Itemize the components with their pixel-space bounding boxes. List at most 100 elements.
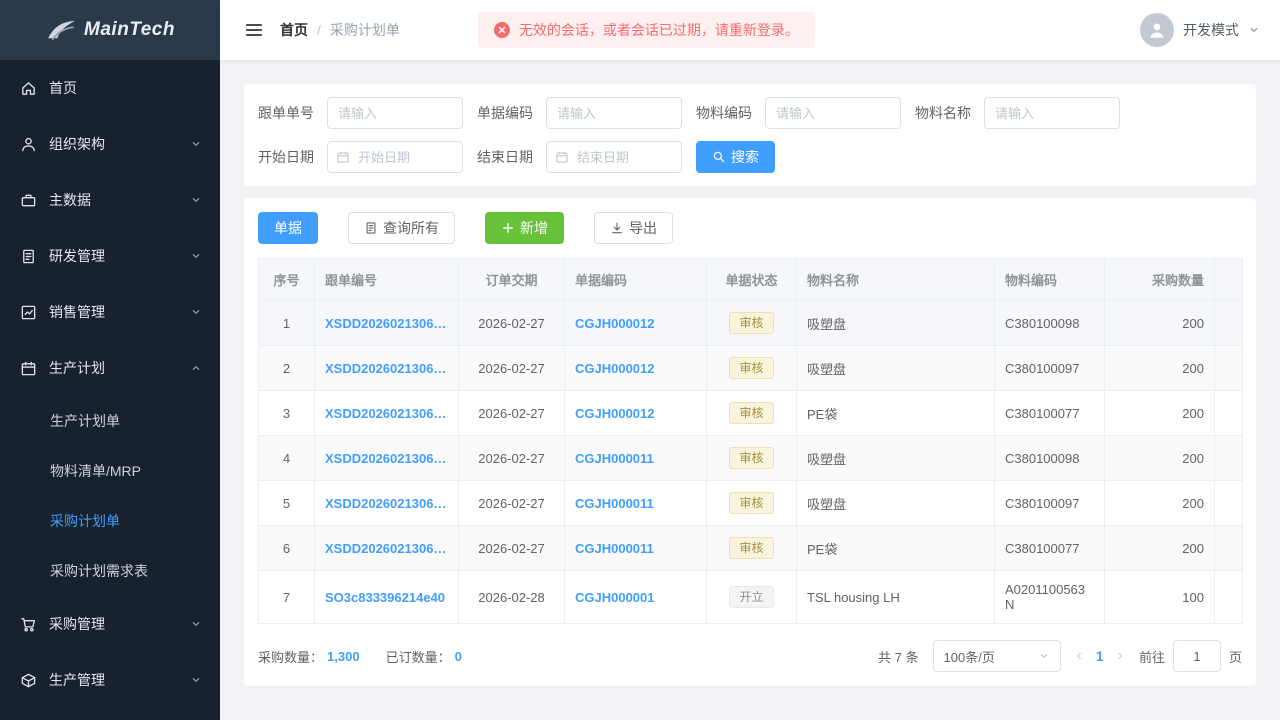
cell-extra: [1214, 345, 1243, 391]
cell-qty: 200: [1104, 390, 1215, 436]
order-no-input[interactable]: [327, 97, 463, 129]
sidebar-subitem-label: 采购计划需求表: [50, 563, 148, 579]
material-name-input[interactable]: [984, 97, 1120, 129]
cell-qty: 100: [1104, 570, 1215, 624]
goto-page-input[interactable]: [1172, 640, 1221, 672]
table-row[interactable]: 5 XSDD2026021306… 2026-02-27 CGJH000011 审核 吸塑…: [258, 480, 1243, 526]
table-row[interactable]: 1 XSDD2026021306… 2026-02-27 CGJH000012 审核 吸塑…: [258, 300, 1243, 346]
table-row[interactable]: 2 XSDD2026021306… 2026-02-27 CGJH000012 审核 吸塑…: [258, 345, 1243, 391]
export-button[interactable]: 导出: [594, 212, 673, 244]
sidebar-subitem-purchase-plan[interactable]: 采购计划单: [0, 496, 220, 546]
order-no-link[interactable]: XSDD2026021306…: [325, 451, 446, 466]
app-root: MainTech 首页 组织架构 主数据 研发管理 销售管理 生产计划 生产计划…: [0, 0, 1280, 720]
end-date-input[interactable]: [546, 141, 682, 173]
sidebar-item-organization[interactable]: 组织架构: [0, 116, 220, 172]
user-mode-label: 开发模式: [1183, 22, 1239, 38]
table-row[interactable]: 7 SO3c833396214e40 2026-02-28 CGJH000001 开立 T…: [258, 570, 1243, 624]
status-badge: 审核: [729, 312, 774, 334]
table-row[interactable]: 4 XSDD2026021306… 2026-02-27 CGJH000011 审核 吸塑…: [258, 435, 1243, 481]
search-button[interactable]: 搜索: [696, 141, 775, 173]
chevron-down-icon: [1250, 28, 1258, 32]
doc-no-link[interactable]: CGJH000011: [575, 541, 654, 556]
sidebar-subitem-bom-mrp[interactable]: 物料清单/MRP: [0, 446, 220, 496]
purchase-qty-value: 1,300: [327, 648, 360, 664]
order-no-link[interactable]: XSDD2026021306…: [325, 406, 446, 421]
next-page-button[interactable]: ›: [1116, 648, 1125, 664]
ordered-qty-label: 已订数量：: [385, 649, 451, 665]
logo-text: MainTech: [84, 19, 175, 40]
page-size-select[interactable]: 100条/页: [932, 640, 1061, 672]
current-page[interactable]: 1: [1096, 648, 1104, 664]
user-menu[interactable]: 开发模式: [1140, 13, 1260, 47]
cell-doc-no: CGJH000011: [564, 480, 707, 526]
breadcrumb-separator: /: [317, 22, 321, 38]
table-panel: 单据 查询所有 新增 导出 序号 跟单编号 订单交期 单据编码 单据状态 物料名…: [244, 198, 1256, 686]
goto-page: 前往 页: [1139, 640, 1242, 672]
order-no-link[interactable]: XSDD2026021306…: [325, 361, 446, 376]
sidebar-item-rnd-management[interactable]: 研发管理: [0, 228, 220, 284]
doc-no-link[interactable]: CGJH000011: [575, 496, 654, 511]
order-no-link[interactable]: XSDD2026021306…: [325, 316, 446, 331]
avatar-user-icon: [1150, 23, 1164, 38]
sidebar-item-label: 生产计划: [49, 360, 105, 376]
query-all-button-label: 查询所有: [383, 220, 439, 236]
pagination: 共 7 条 100条/页 ‹ 1 › 前往 1 页: [878, 640, 1242, 672]
breadcrumb-home[interactable]: 首页: [280, 20, 308, 40]
page-content: 跟单单号 单据编码 物料编码 物料名称: [220, 60, 1280, 720]
sidebar-item-sales-management[interactable]: 销售管理: [0, 284, 220, 340]
doc-no-link[interactable]: CGJH000011: [575, 451, 654, 466]
cell-doc-no: CGJH000012: [564, 390, 707, 436]
status-badge: 审核: [729, 537, 774, 559]
home-icon: [22, 81, 35, 95]
cell-qty: 200: [1104, 525, 1215, 571]
doc-no-link[interactable]: CGJH000012: [575, 406, 655, 421]
briefcase-icon: [21, 194, 36, 206]
query-all-button[interactable]: 查询所有: [348, 212, 455, 244]
doc-no-link[interactable]: CGJH000012: [575, 361, 655, 376]
start-date-input[interactable]: [327, 141, 463, 173]
cell-doc-no: CGJH000001: [564, 570, 707, 624]
sidebar-item-master-data[interactable]: 主数据: [0, 172, 220, 228]
order-no-link[interactable]: SO3c833396214e40: [325, 590, 445, 605]
doc-button[interactable]: 单据: [258, 212, 318, 244]
total-count: 共 7 条: [878, 649, 919, 665]
ordered-qty-value: 0: [454, 648, 462, 664]
filter-material-name: 物料名称: [915, 97, 1120, 129]
order-no-link[interactable]: XSDD2026021306…: [325, 496, 446, 511]
material-code-input[interactable]: [765, 97, 901, 129]
cell-material-name: 吸塑盘: [796, 345, 995, 391]
sidebar-item-production-plan[interactable]: 生产计划: [0, 340, 220, 396]
column-header: 物料编码: [994, 258, 1105, 301]
doc-no-link[interactable]: CGJH000012: [575, 316, 655, 331]
filter-label: 物料编码: [696, 105, 752, 121]
doc-code-input[interactable]: [546, 97, 682, 129]
column-header: 单据状态: [706, 258, 797, 301]
doc-no-link[interactable]: CGJH000001: [575, 590, 655, 605]
status-badge: 审核: [729, 492, 774, 514]
sidebar-item-production-management[interactable]: 生产管理: [0, 652, 220, 708]
cell-seq: 7: [258, 570, 315, 624]
cell-status: 审核: [706, 525, 797, 571]
breadcrumb: 首页 / 采购计划单: [280, 20, 400, 40]
sidebar-item-home[interactable]: 首页: [0, 60, 220, 116]
sidebar-subitem-production-plan-order[interactable]: 生产计划单: [0, 396, 220, 446]
filter-label: 结束日期: [477, 149, 533, 165]
purchase-qty-label: 采购数量：: [258, 649, 324, 665]
goto-suffix: 页: [1228, 649, 1242, 665]
cell-seq: 3: [258, 390, 315, 436]
prev-page-button[interactable]: ‹: [1075, 648, 1084, 664]
order-no-link[interactable]: XSDD2026021306…: [325, 541, 446, 556]
add-button[interactable]: 新增: [485, 212, 564, 244]
sidebar-subitem-purchase-plan-demand[interactable]: 采购计划需求表: [0, 546, 220, 596]
sidebar-item-procurement-management[interactable]: 采购管理: [0, 596, 220, 652]
table-row[interactable]: 3 XSDD2026021306… 2026-02-27 CGJH000012 审核 PE…: [258, 390, 1243, 436]
hamburger-menu-icon[interactable]: [244, 20, 264, 40]
filter-label: 单据编码: [477, 105, 533, 121]
cell-material-code: C380100077: [994, 390, 1105, 436]
cell-order-no: XSDD2026021306…: [314, 345, 459, 391]
table-row[interactable]: 6 XSDD2026021306… 2026-02-27 CGJH000011 审核 PE…: [258, 525, 1243, 571]
cell-seq: 6: [258, 525, 315, 571]
chevron-down-icon: [192, 622, 200, 626]
cell-delivery-date: 2026-02-27: [458, 435, 565, 481]
user-icon: [22, 137, 35, 151]
